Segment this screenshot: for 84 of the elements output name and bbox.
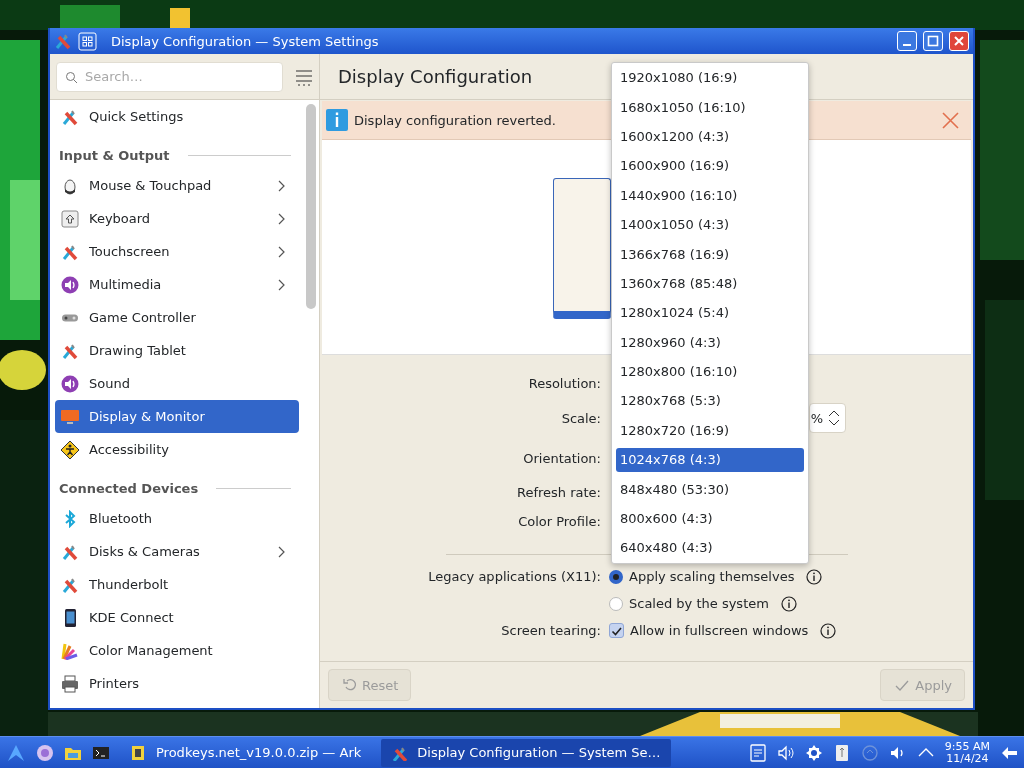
menu-item[interactable]: 1280x768 (5:3) (616, 386, 804, 416)
sidebar-item[interactable]: Quick Settings (55, 100, 299, 133)
menu-item[interactable]: 1360x768 (85:48) (616, 268, 804, 299)
menu-icon[interactable] (295, 67, 313, 86)
sidebar-item[interactable]: Touchscreen (55, 235, 299, 268)
sidebar-item[interactable]: Bluetooth (55, 502, 299, 535)
field-label: Orientation: (523, 450, 601, 466)
menu-item[interactable]: 1600x900 (16:9) (616, 151, 804, 181)
taskbar-task[interactable]: Display Configuration — System Se… (381, 738, 671, 767)
sidebar-item[interactable]: Keyboard (55, 202, 299, 235)
sidebar-item[interactable]: Game Controller (55, 301, 299, 334)
archive-icon (130, 744, 146, 761)
sidebar-item[interactable]: Color Management (55, 634, 299, 667)
menu-item[interactable]: 1280x1024 (5:4) (616, 298, 804, 328)
sidebar-item[interactable]: KDE Connect (55, 601, 299, 634)
maximize-button[interactable] (923, 31, 943, 51)
square-icon (927, 35, 939, 47)
gamepad-icon (61, 313, 79, 322)
sidebar-item[interactable]: Printers (55, 667, 299, 700)
search-field[interactable]: Search… (56, 61, 283, 92)
menu-item[interactable]: 1366x768 (16:9) (616, 239, 804, 269)
undo-icon (343, 678, 356, 692)
menu-item[interactable]: 640x480 (4:3) (616, 533, 804, 563)
dash-icon (903, 44, 911, 46)
menu-item[interactable]: 1600x1200 (4:3) (616, 121, 804, 152)
field-label: Scale: (561, 410, 601, 426)
close-icon (953, 35, 965, 47)
radio-option[interactable]: Apply scaling themselves (609, 569, 795, 584)
menu-item[interactable]: 1440x900 (16:10) (616, 180, 804, 210)
info-icon[interactable] (780, 595, 797, 612)
menu-item[interactable]: 1400x1050 (4:3) (616, 209, 804, 240)
field-label: Resolution: (528, 375, 601, 391)
person-icon (61, 440, 79, 459)
notification-message: Display configuration reverted. (354, 112, 557, 128)
speaker-icon (61, 275, 79, 294)
checkbox-option[interactable]: Allow in fullscreen windows (609, 623, 809, 638)
menu-item[interactable]: 1280x720 (16:9) (616, 415, 804, 446)
sidebar-item[interactable]: Mouse & Touchpad (55, 169, 299, 202)
field-label: Refresh rate: (517, 484, 601, 500)
menu-item[interactable]: 1024x768 (4:3) (616, 447, 804, 472)
scale-spinbox[interactable]: % (809, 403, 846, 433)
spin-arrows-icon[interactable] (827, 409, 841, 427)
menu-item[interactable]: 1280x800 (16:10) (616, 356, 804, 387)
menu-item[interactable]: 1920x1080 (16:9) (616, 63, 804, 93)
menu-item[interactable]: 1280x960 (4:3) (616, 327, 804, 357)
speaker-icon (61, 374, 79, 393)
mouse-icon (61, 176, 79, 195)
field-label: Screen tearing: (501, 623, 601, 638)
browser-icon[interactable] (36, 743, 54, 762)
minimize-button[interactable] (897, 31, 917, 51)
close-button[interactable] (949, 31, 969, 51)
info-icon[interactable] (820, 622, 837, 639)
sidebar-item[interactable]: Disks & Cameras (55, 535, 299, 568)
section-header: Input & Output (59, 147, 170, 163)
sidebar-item[interactable]: Accessibility (55, 433, 299, 466)
menu-item[interactable]: 800x600 (4:3) (616, 503, 804, 534)
sidebar-item[interactable]: Display & Monitor (55, 400, 299, 433)
printer-icon (61, 674, 79, 693)
color-fan-icon (61, 641, 79, 660)
sidebar-item[interactable]: Multimedia (55, 268, 299, 301)
checkmark-icon (611, 625, 622, 636)
monitor-preview[interactable] (553, 178, 611, 319)
info-icon[interactable] (806, 568, 823, 585)
tools-icon (54, 32, 72, 50)
sidebar-item[interactable]: Sound (55, 367, 299, 400)
clipboard-icon[interactable] (748, 743, 767, 762)
menu-item[interactable]: 848x480 (53:30) (616, 474, 804, 504)
clock[interactable]: 9:55 AM 11/4/24 (944, 740, 990, 765)
search-icon (65, 70, 77, 83)
field-label: Legacy applications (X11): (428, 569, 601, 584)
radio-option[interactable]: Scaled by the system (609, 596, 769, 611)
speaker-icon[interactable] (776, 743, 795, 762)
key-icon (61, 209, 79, 228)
info-icon (326, 109, 348, 131)
monitor-icon (61, 407, 79, 426)
field-label: Color Profile: (518, 513, 601, 529)
taskbar-task[interactable]: Prodkeys.net_v19.0.0.zip — Ark (120, 738, 372, 767)
grid-icon[interactable] (78, 31, 97, 51)
check-icon (895, 678, 910, 692)
sidebar-item[interactable]: Drawing Tablet (55, 334, 299, 367)
brightness-icon[interactable] (804, 743, 823, 762)
section-header: Connected Devices (59, 480, 199, 496)
window-title: Display Configuration — System Settings (111, 33, 380, 49)
sidebar-item[interactable]: Thunderbolt (55, 568, 299, 601)
